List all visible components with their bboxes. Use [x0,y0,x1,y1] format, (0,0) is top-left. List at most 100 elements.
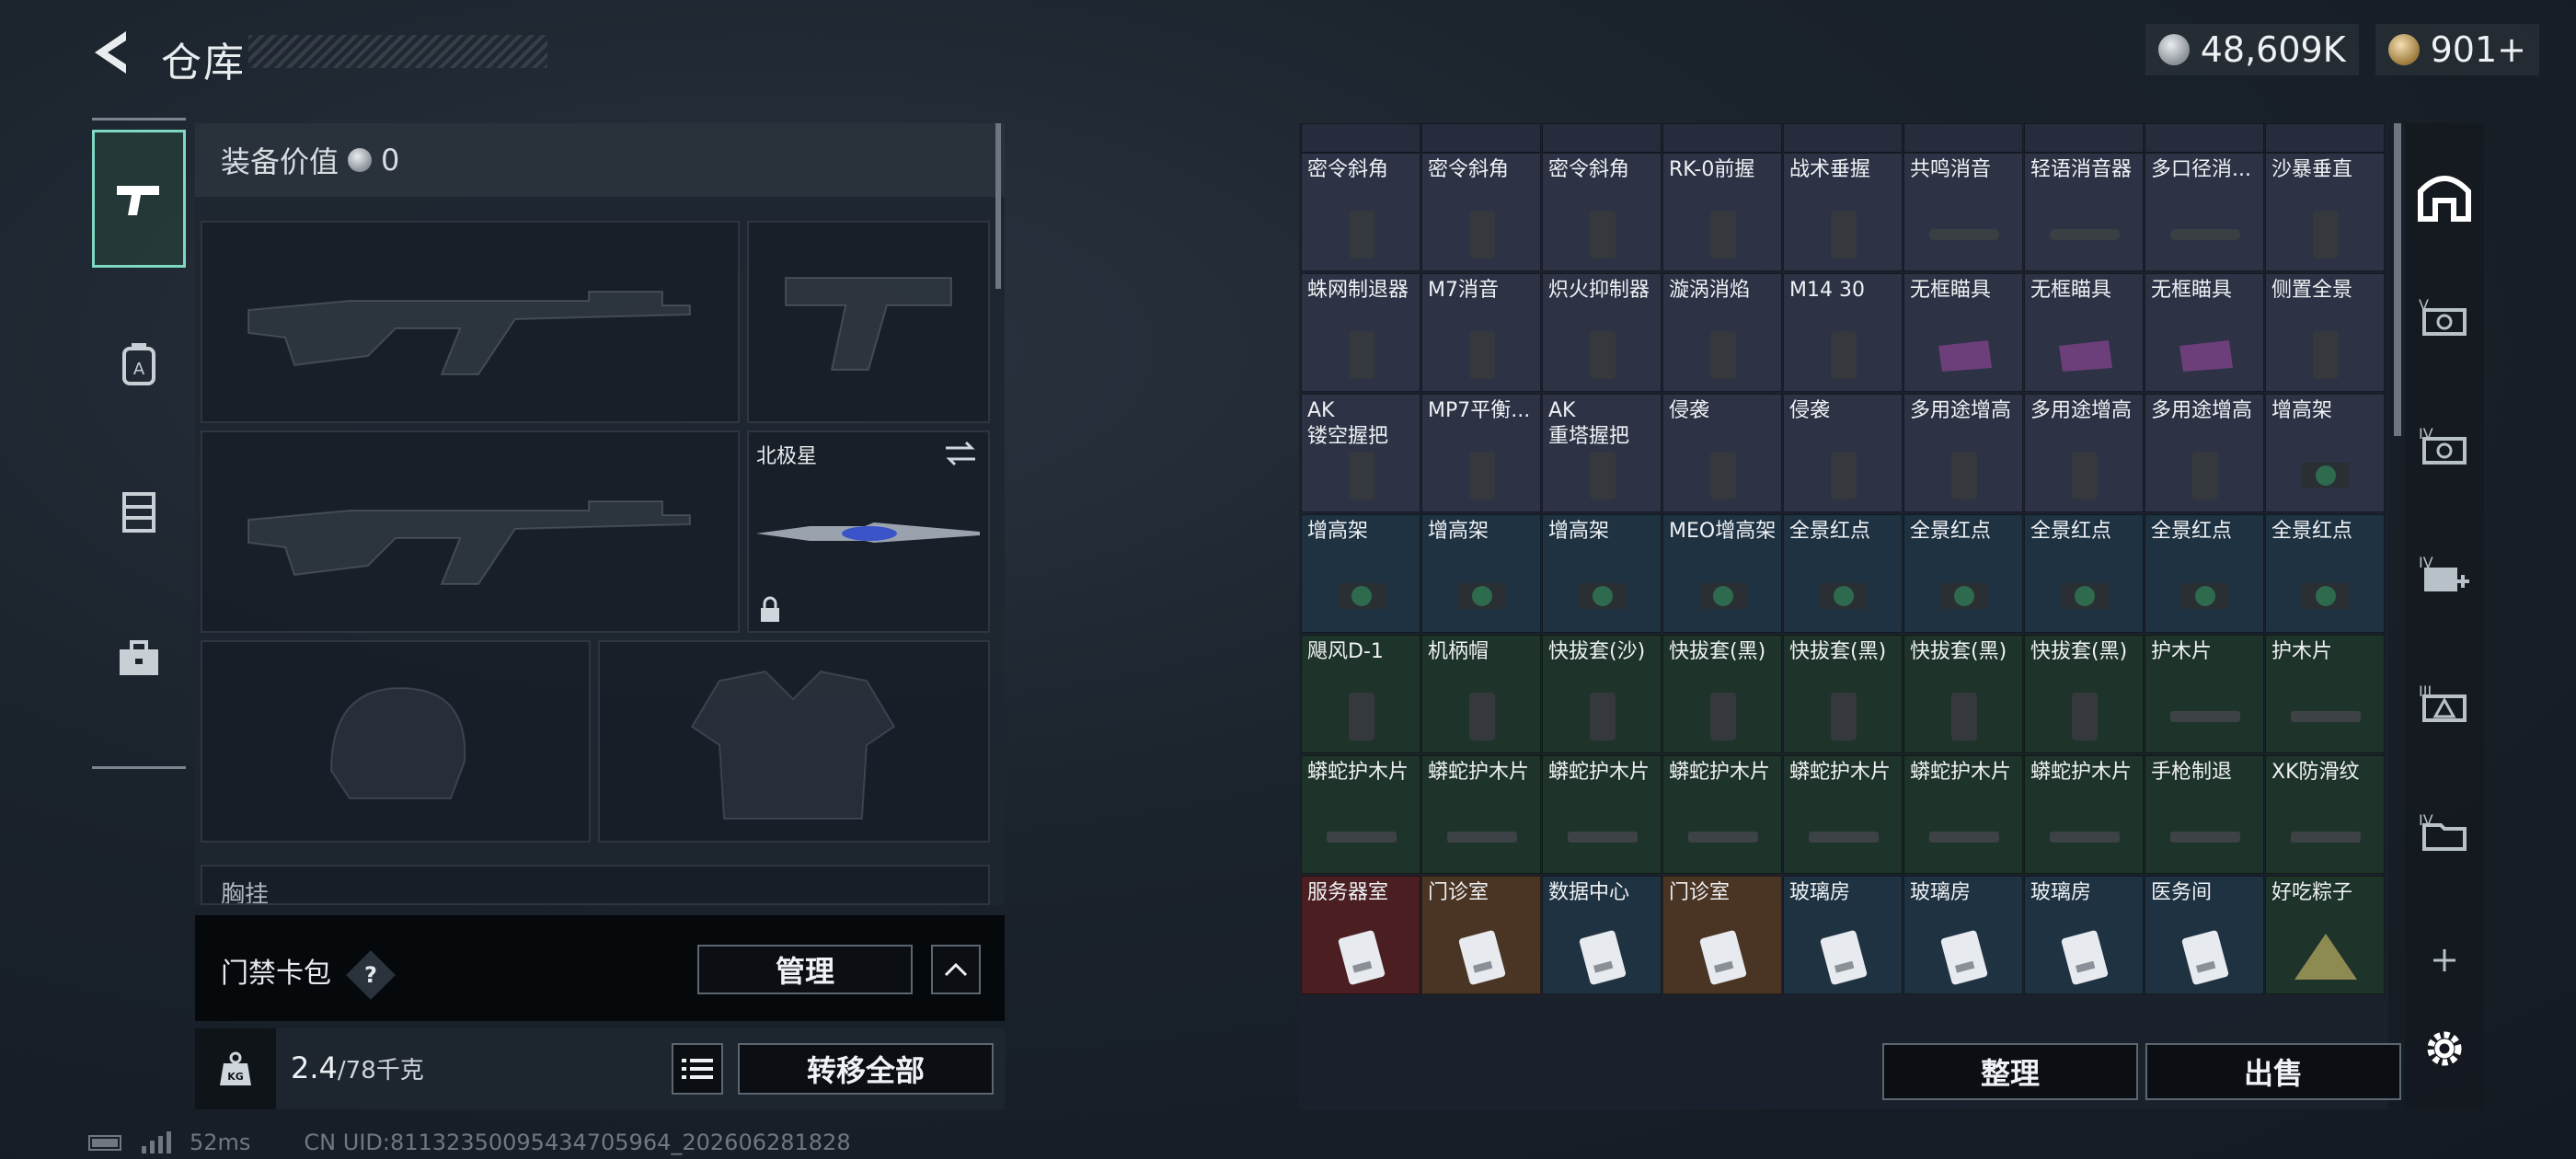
storage-item[interactable]: 快拔套(黑) [1662,635,1782,753]
storage-item[interactable]: 无框瞄具 [2024,273,2144,392]
storage-item[interactable]: 服务器室 [1301,876,1420,994]
storage-item[interactable]: 蟒蛇护木片 [1542,755,1662,874]
armor-slot[interactable] [598,640,990,843]
storage-item[interactable]: 蟒蛇护木片 [2024,755,2144,874]
nav-weapons[interactable] [92,130,186,268]
back-arrow-icon[interactable] [87,28,133,77]
storage-item[interactable]: 蟒蛇护木片 [1903,755,2023,874]
storage-item[interactable]: MEO增高架 [1662,514,1782,633]
storage-item[interactable]: 快拔套(沙) [1542,635,1662,753]
storage-item[interactable]: 增高架 [1301,514,1420,633]
storage-item[interactable]: 轻语消音器 [2024,153,2144,271]
storage-item[interactable]: 门诊室 [1421,876,1541,994]
storage-item[interactable]: 炽火抑制器 [1542,273,1662,392]
storage-item[interactable]: 增高架 [1421,514,1541,633]
storage-home-tab[interactable] [2405,151,2484,243]
storage-item[interactable]: 全景红点 [2265,514,2385,633]
list-view-button[interactable] [672,1043,723,1095]
help-icon[interactable]: ? [345,950,396,1000]
storage-item[interactable]: 蛛网制退器 [1301,273,1420,392]
storage-item[interactable]: 全景红点 [1903,514,2023,633]
currency-box[interactable]: 48,609K [2145,24,2359,75]
storage-item[interactable]: 全景红点 [1783,514,1903,633]
storage-item[interactable]: 共鸣消音 [1903,153,2023,271]
storage-cell-partial[interactable] [1783,123,1903,153]
storage-item[interactable]: 多用途增高 [2145,394,2264,512]
storage-item[interactable]: AK 重塔握把 [1542,394,1662,512]
storage-item[interactable]: 数据中心 [1542,876,1662,994]
secondary-weapon-slot[interactable] [201,430,740,633]
storage-item[interactable]: 多口径消... [2145,153,2264,271]
storage-item[interactable]: 无框瞄具 [1903,273,2023,392]
transfer-all-button[interactable]: 转移全部 [738,1043,994,1095]
storage-item[interactable]: 蟒蛇护木片 [1783,755,1903,874]
storage-item[interactable]: 侵袭 [1662,394,1782,512]
collapse-button[interactable] [931,945,981,994]
manage-button[interactable]: 管理 [697,945,913,994]
storage-item[interactable]: 玻璃房 [1783,876,1903,994]
storage-item[interactable]: 蟒蛇护木片 [1301,755,1420,874]
storage-item[interactable]: 手枪制退 [2145,755,2264,874]
storage-item[interactable]: 快拔套(黑) [1783,635,1903,753]
storage-item[interactable]: 侵袭 [1783,394,1903,512]
storage-item[interactable]: 蟒蛇护木片 [1662,755,1782,874]
nav-vest[interactable] [92,452,186,571]
storage-item[interactable]: MP7平衡... [1421,394,1541,512]
primary-weapon-slot[interactable] [201,221,740,423]
storage-item[interactable]: 玻璃房 [2024,876,2144,994]
coupon-box[interactable]: 901+ [2375,24,2539,75]
storage-cell-partial[interactable] [1903,123,2023,153]
nav-backpack[interactable]: A [92,304,186,424]
storage-item[interactable]: 蟒蛇护木片 [1421,755,1541,874]
storage-item[interactable]: 无框瞄具 [2145,273,2264,392]
storage-item[interactable]: 多用途增高 [2024,394,2144,512]
storage-item[interactable]: AK 镂空握把 [1301,394,1420,512]
storage-cell-partial[interactable] [1421,123,1541,153]
tab-iv[interactable]: IV [2405,399,2484,491]
tab-iv-folder[interactable]: IV [2405,786,2484,878]
storage-item[interactable]: M7消音 [1421,273,1541,392]
storage-item[interactable]: 门诊室 [1662,876,1782,994]
sort-button[interactable]: 整理 [1882,1043,2138,1100]
tab-iii[interactable]: III [2405,657,2484,749]
storage-item[interactable]: 快拔套(黑) [1903,635,2023,753]
storage-item[interactable]: 漩涡消焰 [1662,273,1782,392]
storage-item[interactable]: 密令斜角 [1301,153,1420,271]
storage-scrollbar[interactable] [2394,123,2401,436]
settings-button[interactable] [2405,1003,2484,1095]
chest-rig-slot[interactable]: 胸挂 [201,865,990,905]
storage-item[interactable]: RK-0前握 [1662,153,1782,271]
nav-toolbox[interactable] [92,599,186,718]
add-tab[interactable] [2405,914,2484,1006]
storage-item[interactable]: XK防滑纹 [2265,755,2385,874]
tab-iv-medical[interactable]: IV [2405,528,2484,620]
storage-cell-partial[interactable] [1301,123,1420,153]
storage-item[interactable]: 沙暴垂直 [2265,153,2385,271]
storage-item[interactable]: 护木片 [2145,635,2264,753]
storage-item[interactable]: 战术垂握 [1783,153,1903,271]
storage-item[interactable]: 全景红点 [2145,514,2264,633]
storage-item[interactable]: 机柄帽 [1421,635,1541,753]
equipment-scrollbar[interactable] [995,123,1001,289]
pistol-slot[interactable] [747,221,990,423]
storage-item[interactable]: 密令斜角 [1542,153,1662,271]
storage-item[interactable]: 好吃粽子 [2265,876,2385,994]
tab-v[interactable]: V [2405,270,2484,362]
storage-item[interactable]: 医务间 [2145,876,2264,994]
melee-slot[interactable]: 北极星 [747,430,990,633]
storage-item[interactable]: M14 30 [1783,273,1903,392]
sell-button[interactable]: 出售 [2145,1043,2401,1100]
storage-cell-partial[interactable] [1662,123,1782,153]
storage-item[interactable]: 增高架 [2265,394,2385,512]
storage-cell-partial[interactable] [1542,123,1662,153]
storage-item[interactable]: 飓风D-1 [1301,635,1420,753]
storage-item[interactable]: 多用途增高 [1903,394,2023,512]
storage-item[interactable]: 护木片 [2265,635,2385,753]
storage-item[interactable]: 密令斜角 [1421,153,1541,271]
storage-cell-partial[interactable] [2024,123,2144,153]
storage-cell-partial[interactable] [2265,123,2385,153]
storage-item[interactable]: 全景红点 [2024,514,2144,633]
helmet-slot[interactable] [201,640,591,843]
swap-icon[interactable] [942,440,979,467]
storage-cell-partial[interactable] [2145,123,2264,153]
